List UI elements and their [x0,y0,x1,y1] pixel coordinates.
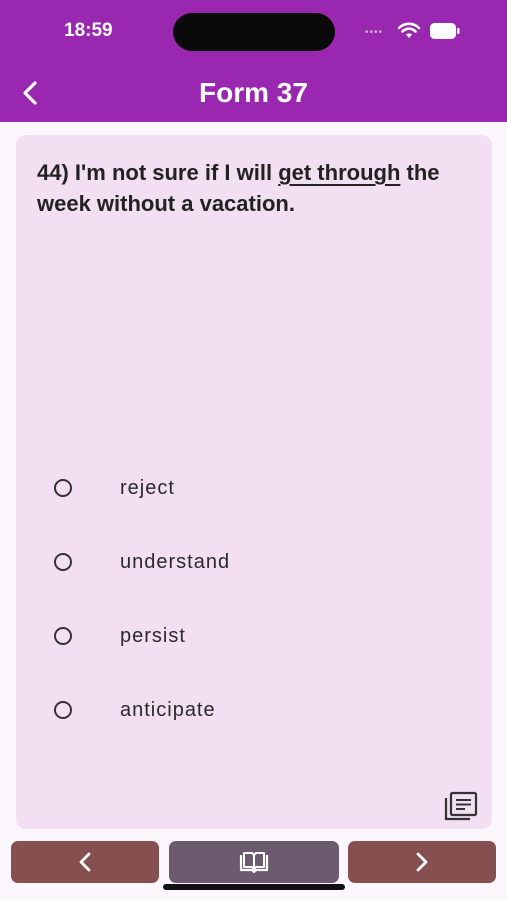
reading-button[interactable] [169,841,339,883]
option-understand[interactable]: understand [54,545,414,585]
option-reject[interactable]: reject [54,471,414,511]
radio-button[interactable] [54,627,72,645]
notes-icon[interactable] [444,791,478,821]
option-label: reject [120,477,175,499]
dynamic-island [173,13,335,51]
chevron-right-icon [416,852,428,872]
previous-button[interactable] [11,841,159,883]
option-label: persist [120,625,186,647]
signal-icon: •••• [365,27,384,38]
option-label: understand [120,551,231,573]
option-anticipate[interactable]: anticipate [54,693,414,733]
question-number: 44) [37,160,69,185]
option-persist[interactable]: persist [54,619,414,659]
radio-button[interactable] [54,479,72,497]
status-time: 18:59 [64,20,113,41]
radio-button[interactable] [54,553,72,571]
question-underlined-phrase: get through [278,160,401,185]
battery-icon [430,23,460,39]
radio-button[interactable] [54,701,72,719]
home-indicator [163,884,345,890]
question-text: 44) I'm not sure if I will get through t… [37,157,467,219]
chevron-left-icon [79,852,91,872]
option-label: anticipate [120,699,216,721]
app-header: 18:59 •••• Form 37 [0,0,507,122]
question-text-before: I'm not sure if I will [74,160,273,185]
next-button[interactable] [348,841,496,883]
page-title: Form 37 [199,77,308,108]
wifi-icon [397,22,421,38]
open-book-icon [239,852,269,874]
question-card: 44) I'm not sure if I will get through t… [16,135,492,829]
